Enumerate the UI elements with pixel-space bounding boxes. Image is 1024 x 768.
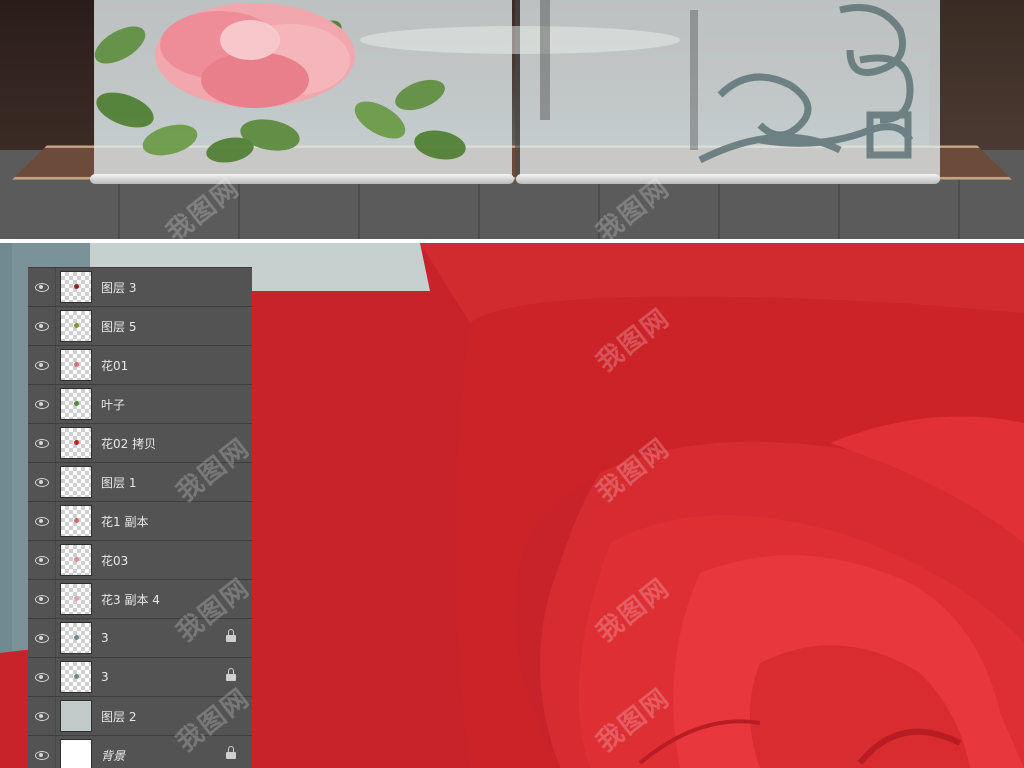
- scroll-rod-left: [90, 174, 514, 184]
- layer-row[interactable]: 图层 3: [28, 268, 252, 307]
- eye-icon: [34, 516, 49, 526]
- visibility-toggle[interactable]: [28, 541, 56, 579]
- visibility-toggle[interactable]: [28, 424, 56, 462]
- eye-icon: [34, 594, 49, 604]
- eye-icon: [34, 711, 49, 721]
- layer-name[interactable]: 花03: [101, 552, 128, 569]
- layer-name[interactable]: 花01: [101, 357, 128, 374]
- visibility-toggle[interactable]: [28, 580, 56, 618]
- layer-thumbnail[interactable]: [60, 349, 92, 381]
- layer-row[interactable]: 图层 1: [28, 463, 252, 502]
- scroll-rod-right: [516, 174, 940, 184]
- layer-thumbnail[interactable]: [60, 739, 92, 768]
- layer-thumbnail[interactable]: [60, 466, 92, 498]
- eye-icon: [34, 360, 49, 370]
- eye-icon: [34, 438, 49, 448]
- layer-thumbnail[interactable]: [60, 700, 92, 732]
- visibility-toggle[interactable]: [28, 385, 56, 423]
- visibility-toggle[interactable]: [28, 502, 56, 540]
- visibility-toggle[interactable]: [28, 463, 56, 501]
- visibility-toggle[interactable]: [28, 697, 56, 735]
- room-preview-image: [0, 0, 1024, 239]
- layers-panel: 图层 3 图层 5 花01 叶子花02 拷贝 图层 1 花1 副本花03 花3 副本 4 3 3…: [28, 267, 252, 768]
- layer-row[interactable]: 背景: [28, 736, 252, 768]
- layer-name[interactable]: 3: [101, 631, 109, 645]
- layer-row[interactable]: 叶子: [28, 385, 252, 424]
- layer-thumbnail[interactable]: [60, 271, 92, 303]
- layer-name[interactable]: 图层 1: [101, 474, 136, 491]
- layer-row[interactable]: 图层 5: [28, 307, 252, 346]
- layer-name[interactable]: 花1 副本: [101, 513, 148, 530]
- layer-thumbnail[interactable]: [60, 622, 92, 654]
- eye-icon: [34, 321, 49, 331]
- eye-icon: [34, 399, 49, 409]
- layer-row[interactable]: 花01: [28, 346, 252, 385]
- layer-thumbnail[interactable]: [60, 583, 92, 615]
- visibility-toggle[interactable]: [28, 346, 56, 384]
- eye-icon: [34, 477, 49, 487]
- preview-artwork: [94, 0, 914, 180]
- visibility-toggle[interactable]: [28, 619, 56, 657]
- visibility-toggle[interactable]: [28, 307, 56, 345]
- layer-row[interactable]: 花1 副本: [28, 502, 252, 541]
- lock-icon: [226, 668, 236, 682]
- layer-row[interactable]: 3: [28, 619, 252, 658]
- layer-row[interactable]: 花02 拷贝: [28, 424, 252, 463]
- lock-icon: [226, 629, 236, 643]
- layer-name[interactable]: 叶子: [101, 396, 125, 413]
- layer-thumbnail[interactable]: [60, 661, 92, 693]
- visibility-toggle[interactable]: [28, 268, 56, 306]
- layer-thumbnail[interactable]: [60, 310, 92, 342]
- eye-icon: [34, 555, 49, 565]
- layer-row[interactable]: 图层 2: [28, 697, 252, 736]
- lock-icon: [226, 746, 236, 760]
- layer-name[interactable]: 3: [101, 670, 109, 684]
- layer-row[interactable]: 花3 副本 4: [28, 580, 252, 619]
- layer-row[interactable]: 花03: [28, 541, 252, 580]
- eye-icon: [34, 750, 49, 760]
- visibility-toggle[interactable]: [28, 658, 56, 696]
- layer-thumbnail[interactable]: [60, 388, 92, 420]
- layer-name[interactable]: 图层 3: [101, 279, 136, 296]
- visibility-toggle[interactable]: [28, 736, 56, 768]
- layer-name[interactable]: 图层 2: [101, 708, 136, 725]
- layer-thumbnail[interactable]: [60, 505, 92, 537]
- eye-icon: [34, 672, 49, 682]
- eye-icon: [34, 633, 49, 643]
- layer-name[interactable]: 图层 5: [101, 318, 136, 335]
- eye-icon: [34, 282, 49, 292]
- layer-name[interactable]: 背景: [101, 747, 125, 764]
- layer-name[interactable]: 花3 副本 4: [101, 591, 160, 608]
- layer-row[interactable]: 3: [28, 658, 252, 697]
- layer-name[interactable]: 花02 拷贝: [101, 435, 156, 452]
- layer-thumbnail[interactable]: [60, 427, 92, 459]
- layer-thumbnail[interactable]: [60, 544, 92, 576]
